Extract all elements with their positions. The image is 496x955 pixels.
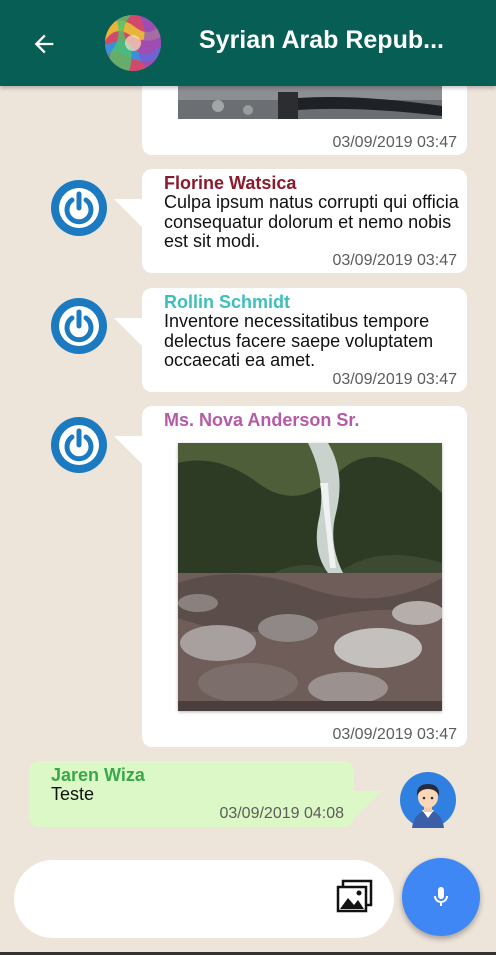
power-icon [51,298,107,354]
message-time: 03/09/2019 03:47 [332,371,457,388]
bubble-tail [114,436,142,464]
message-image[interactable] [178,86,442,119]
message-bubble-outgoing[interactable]: Jaren Wiza Teste 03/09/2019 04:08 [29,761,382,827]
message-time: 03/09/2019 03:47 [332,252,457,269]
message-sender: Rollin Schmidt [164,292,290,312]
app-bar: Syrian Arab Repub... [0,0,496,86]
avatar[interactable] [400,772,456,828]
arrow-left-icon [34,34,54,54]
avatar[interactable] [51,180,107,236]
group-avatar[interactable] [105,15,161,71]
bubble-tail [114,318,142,346]
message-text: Teste [51,784,95,804]
message-time: 03/09/2019 04:08 [219,805,344,822]
message-sender: Ms. Nova Anderson Sr. [164,410,360,430]
message-sender: Jaren Wiza [51,765,145,785]
gallery-button[interactable] [336,878,374,914]
message-text: Inventore necessitatibus tempore delectu… [164,311,434,370]
bubble-tail [354,791,382,819]
gallery-icon [336,879,373,913]
message-text: Culpa ipsum natus corrupti qui officia c… [164,192,459,251]
message-time: 03/09/2019 03:47 [332,726,457,743]
back-button[interactable] [26,26,62,62]
user-avatar-icon [400,772,456,828]
message-bubble[interactable]: Ms. Nova Anderson Sr. 03/09/2019 03:47 [114,406,467,747]
mic-button[interactable] [402,858,480,936]
bubble-tail [114,199,142,227]
power-icon [51,417,107,473]
message-time: 03/09/2019 03:47 [332,134,457,151]
message-sender: Florine Watsica [164,173,297,193]
message-input[interactable] [38,880,328,918]
chat-title[interactable]: Syrian Arab Repub... [199,26,479,55]
message-bubble[interactable]: Florine Watsica Culpa ipsum natus corrup… [114,169,467,273]
message-composer [14,860,394,938]
avatar[interactable] [51,417,107,473]
group-avatar-image [105,15,161,71]
message-image[interactable] [178,443,442,711]
message-bubble[interactable]: Rollin Schmidt Inventore necessitatibus … [114,288,467,392]
avatar[interactable] [51,298,107,354]
microphone-icon [434,887,448,906]
waterfall-photo [178,443,442,711]
power-icon [51,180,107,236]
